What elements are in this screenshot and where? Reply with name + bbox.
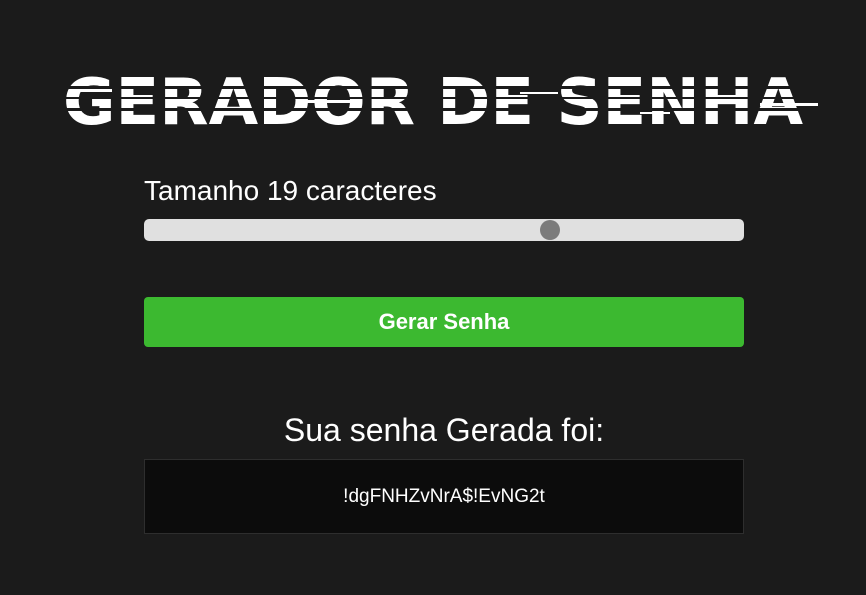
password-output[interactable]: !dgFNHZvNrA$!EvNG2t <box>144 459 744 534</box>
password-generator-page: GERADOR DE SENHA Tamanho 19 caracteres G… <box>0 0 866 595</box>
page-title: GERADOR DE SENHA <box>63 66 803 140</box>
generate-password-button[interactable]: Gerar Senha <box>144 297 744 347</box>
result-heading: Sua senha Gerada foi: <box>283 412 605 448</box>
generated-password[interactable]: !dgFNHZvNrA$!EvNG2t <box>343 486 545 508</box>
title-logo: GERADOR DE SENHA <box>0 56 866 140</box>
slider-thumb[interactable] <box>540 220 561 240</box>
length-label: Tamanho 19 caracteres <box>144 175 437 206</box>
length-slider[interactable] <box>144 219 744 241</box>
